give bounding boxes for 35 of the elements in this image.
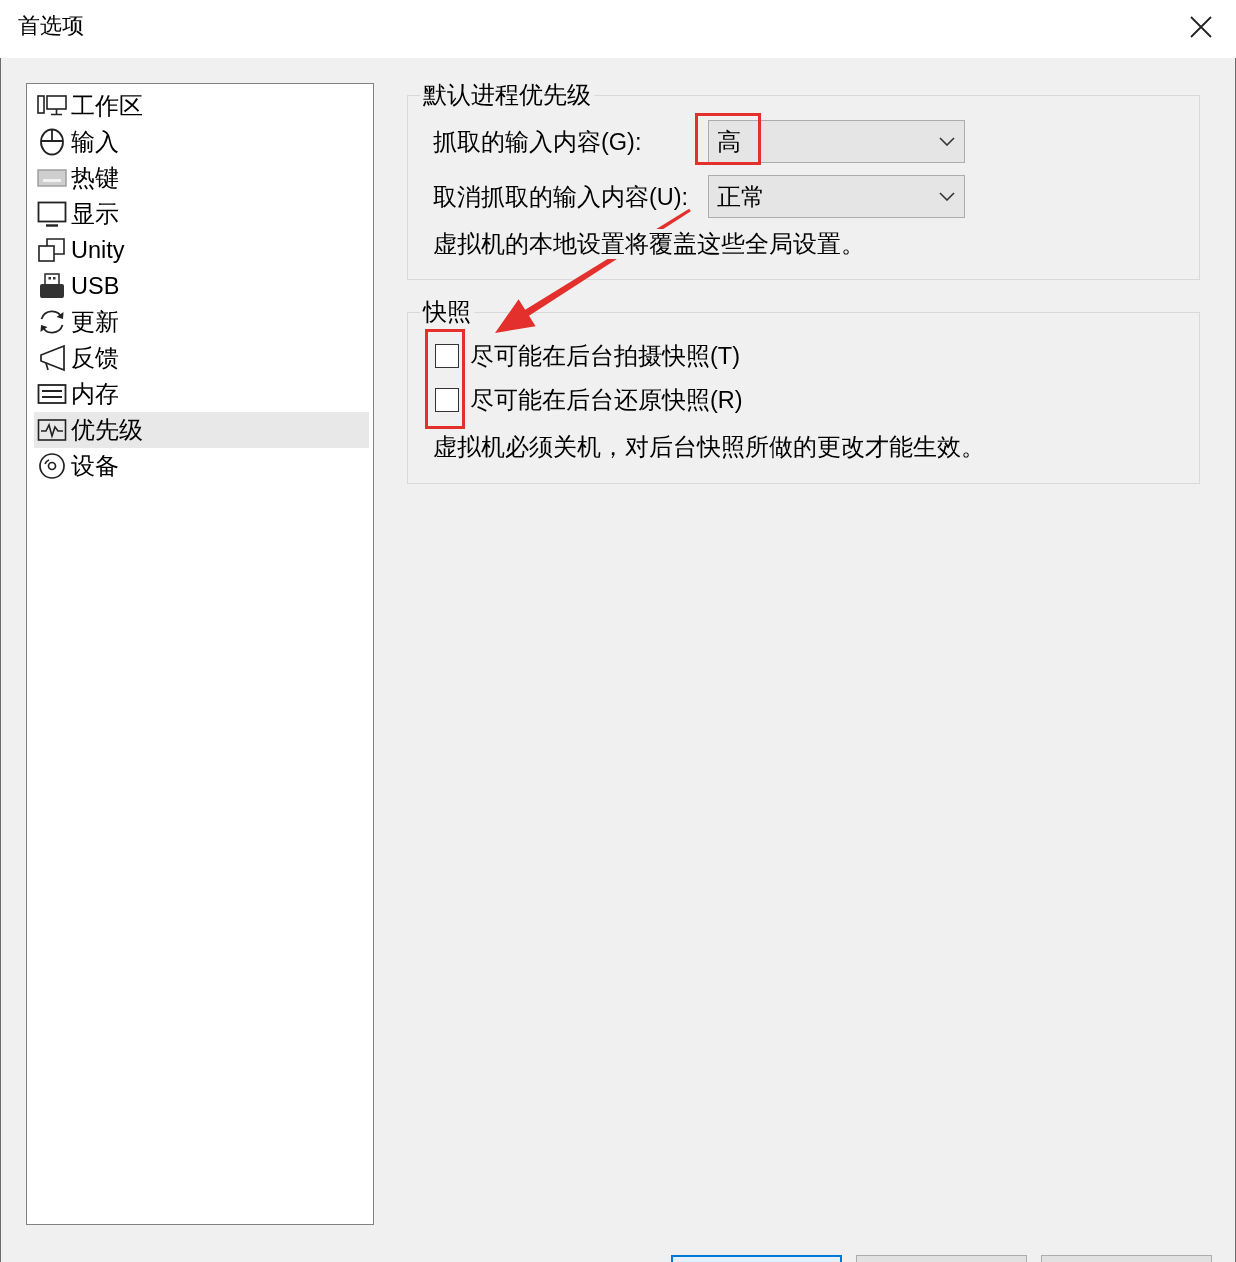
chevron-down-icon bbox=[939, 137, 955, 146]
checkbox-label[interactable]: 尽可能在后台拍摄快照(T) bbox=[470, 340, 740, 372]
field-label: 抓取的输入内容(G): bbox=[433, 127, 643, 157]
close-button[interactable] bbox=[1190, 16, 1212, 38]
usb-icon bbox=[37, 272, 67, 300]
pulse-icon bbox=[37, 416, 67, 444]
dialog-button[interactable] bbox=[671, 1255, 842, 1262]
field-label: 取消抓取的输入内容(U): bbox=[433, 182, 690, 212]
checkbox-label[interactable]: 尽可能在后台还原快照(R) bbox=[470, 384, 743, 416]
category-item[interactable]: 反馈 bbox=[34, 340, 369, 376]
category-item[interactable]: 设备 bbox=[34, 448, 369, 484]
checkbox[interactable] bbox=[435, 344, 459, 368]
category-item[interactable]: Unity bbox=[34, 232, 369, 268]
close-icon bbox=[1190, 16, 1212, 38]
category-item[interactable]: 工作区 bbox=[34, 88, 369, 124]
dropdown[interactable]: 高 bbox=[708, 120, 965, 163]
note-text: 虚拟机必须关机，对后台快照所做的更改才能生效。 bbox=[433, 433, 986, 462]
windows-icon bbox=[37, 236, 67, 264]
checkbox[interactable] bbox=[435, 388, 459, 412]
category-item[interactable]: 优先级 bbox=[34, 412, 369, 448]
chevron-down-icon bbox=[939, 192, 955, 201]
category-item[interactable]: USB bbox=[34, 268, 369, 304]
category-item[interactable]: 显示 bbox=[34, 196, 369, 232]
category-item[interactable]: 内存 bbox=[34, 376, 369, 412]
disc-icon bbox=[37, 452, 67, 480]
group-title: 快照 bbox=[421, 300, 472, 324]
window-title: 首选项 bbox=[18, 12, 84, 40]
megaphone-icon bbox=[37, 344, 67, 372]
dropdown[interactable]: 正常 bbox=[708, 175, 965, 218]
monitor-icon bbox=[37, 200, 67, 228]
category-item[interactable]: 更新 bbox=[34, 304, 369, 340]
group-title: 默认进程优先级 bbox=[422, 83, 592, 107]
category-item[interactable]: 热键 bbox=[34, 160, 369, 196]
mouse-icon bbox=[37, 128, 67, 156]
category-item[interactable]: 输入 bbox=[34, 124, 369, 160]
